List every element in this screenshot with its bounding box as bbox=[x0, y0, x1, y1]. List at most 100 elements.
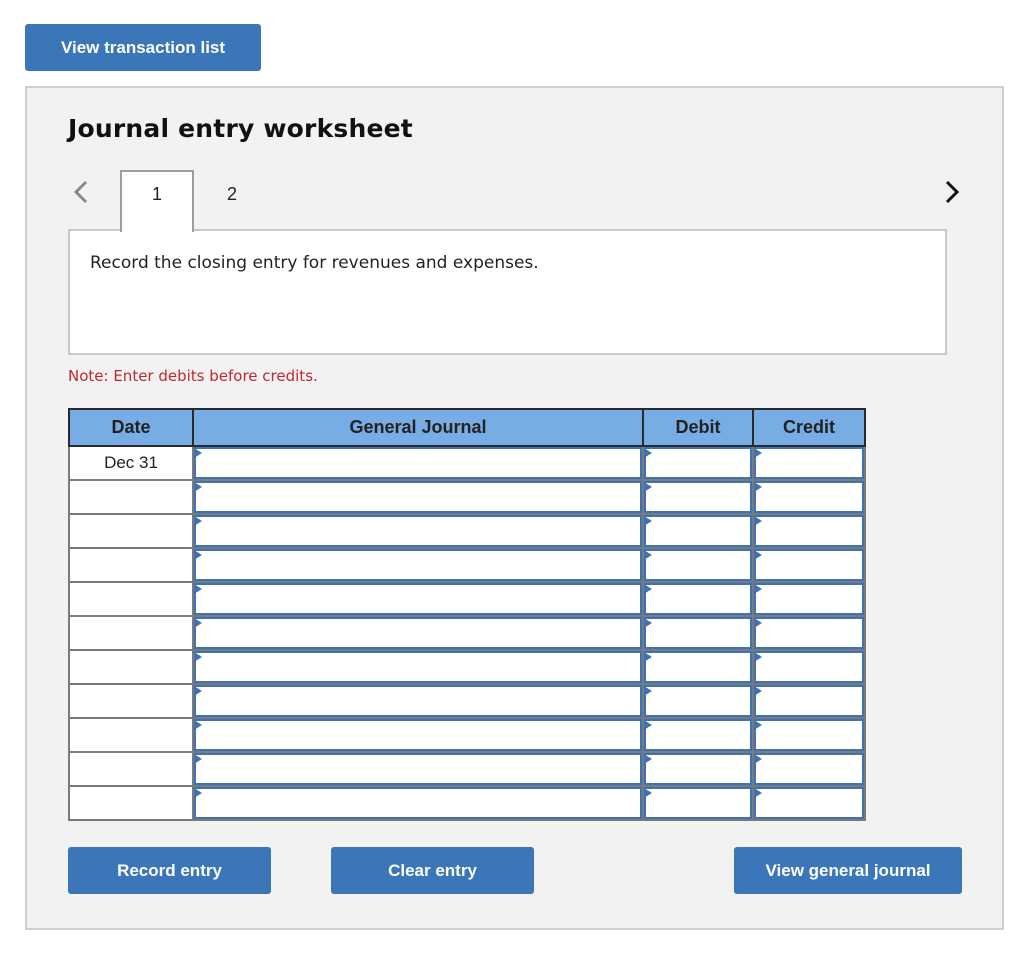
input-marker-icon bbox=[194, 448, 202, 458]
account-cell bbox=[192, 649, 644, 685]
input-marker-icon bbox=[754, 448, 762, 458]
debit-cell bbox=[642, 751, 754, 787]
view-general-journal-button[interactable]: View general journal bbox=[734, 847, 962, 894]
input-marker-icon bbox=[754, 618, 762, 628]
input-marker-icon bbox=[194, 516, 202, 526]
credit-input[interactable] bbox=[754, 583, 864, 615]
credit-input[interactable] bbox=[754, 549, 864, 581]
instruction-text: Record the closing entry for revenues an… bbox=[90, 253, 539, 273]
input-marker-icon bbox=[754, 516, 762, 526]
debit-cell bbox=[642, 547, 754, 583]
credit-input[interactable] bbox=[754, 515, 864, 547]
debit-input[interactable] bbox=[644, 753, 752, 785]
input-marker-icon bbox=[644, 584, 652, 594]
account-input[interactable] bbox=[194, 583, 642, 615]
input-marker-icon bbox=[754, 584, 762, 594]
column-header-general-journal: General Journal bbox=[192, 408, 644, 447]
account-input[interactable] bbox=[194, 787, 642, 819]
date-cell[interactable] bbox=[68, 513, 194, 549]
account-input[interactable] bbox=[194, 549, 642, 581]
date-cell[interactable] bbox=[68, 547, 194, 583]
credit-input[interactable] bbox=[754, 787, 864, 819]
account-input[interactable] bbox=[194, 447, 642, 479]
input-marker-icon bbox=[194, 618, 202, 628]
input-marker-icon bbox=[194, 754, 202, 764]
debit-cell bbox=[642, 649, 754, 685]
date-cell[interactable] bbox=[68, 785, 194, 821]
table-row bbox=[68, 717, 866, 753]
credit-input[interactable] bbox=[754, 617, 864, 649]
debit-input[interactable] bbox=[644, 549, 752, 581]
input-marker-icon bbox=[194, 652, 202, 662]
input-marker-icon bbox=[754, 550, 762, 560]
debit-cell bbox=[642, 717, 754, 753]
credit-cell bbox=[752, 649, 866, 685]
credit-cell bbox=[752, 717, 866, 753]
account-input[interactable] bbox=[194, 685, 642, 717]
table-row bbox=[68, 683, 866, 719]
credit-input[interactable] bbox=[754, 481, 864, 513]
clear-entry-button[interactable]: Clear entry bbox=[331, 847, 534, 894]
date-cell[interactable]: Dec 31 bbox=[68, 445, 194, 481]
input-marker-icon bbox=[754, 788, 762, 798]
account-input[interactable] bbox=[194, 753, 642, 785]
account-input[interactable] bbox=[194, 481, 642, 513]
date-cell[interactable] bbox=[68, 479, 194, 515]
account-input[interactable] bbox=[194, 719, 642, 751]
input-marker-icon bbox=[644, 652, 652, 662]
credit-input[interactable] bbox=[754, 753, 864, 785]
debit-input[interactable] bbox=[644, 685, 752, 717]
input-marker-icon bbox=[194, 584, 202, 594]
table-row: Dec 31 bbox=[68, 445, 866, 481]
column-header-debit: Debit bbox=[642, 408, 754, 447]
table-row bbox=[68, 547, 866, 583]
input-marker-icon bbox=[754, 720, 762, 730]
credit-input[interactable] bbox=[754, 447, 864, 479]
date-cell[interactable] bbox=[68, 717, 194, 753]
tab-1[interactable]: 1 bbox=[120, 170, 194, 232]
table-row bbox=[68, 785, 866, 821]
credit-input[interactable] bbox=[754, 651, 864, 683]
record-entry-button[interactable]: Record entry bbox=[68, 847, 271, 894]
general-journal-table: Date General Journal Debit Credit Dec 31 bbox=[68, 408, 866, 821]
date-cell[interactable] bbox=[68, 615, 194, 651]
chevron-right-icon[interactable] bbox=[942, 180, 964, 204]
debit-input[interactable] bbox=[644, 651, 752, 683]
debit-input[interactable] bbox=[644, 583, 752, 615]
tab-2[interactable]: 2 bbox=[212, 182, 252, 206]
instruction-box: Record the closing entry for revenues an… bbox=[68, 229, 947, 355]
table-header-row: Date General Journal Debit Credit bbox=[68, 408, 866, 447]
view-transaction-list-button[interactable]: View transaction list bbox=[25, 24, 261, 71]
account-input[interactable] bbox=[194, 651, 642, 683]
account-cell bbox=[192, 683, 644, 719]
table-row bbox=[68, 615, 866, 651]
table-row bbox=[68, 513, 866, 549]
debit-input[interactable] bbox=[644, 719, 752, 751]
date-cell[interactable] bbox=[68, 649, 194, 685]
date-cell[interactable] bbox=[68, 683, 194, 719]
credit-input[interactable] bbox=[754, 685, 864, 717]
debit-cell bbox=[642, 445, 754, 481]
date-cell[interactable] bbox=[68, 751, 194, 787]
input-marker-icon bbox=[194, 788, 202, 798]
chevron-left-icon[interactable] bbox=[70, 180, 92, 204]
account-cell bbox=[192, 513, 644, 549]
input-marker-icon bbox=[194, 686, 202, 696]
account-cell bbox=[192, 581, 644, 617]
debit-cell bbox=[642, 615, 754, 651]
debit-input[interactable] bbox=[644, 447, 752, 479]
debit-input[interactable] bbox=[644, 481, 752, 513]
debit-input[interactable] bbox=[644, 787, 752, 819]
table-row bbox=[68, 751, 866, 787]
credit-cell bbox=[752, 547, 866, 583]
debit-cell bbox=[642, 785, 754, 821]
account-input[interactable] bbox=[194, 515, 642, 547]
account-input[interactable] bbox=[194, 617, 642, 649]
credit-input[interactable] bbox=[754, 719, 864, 751]
debit-input[interactable] bbox=[644, 617, 752, 649]
input-marker-icon bbox=[644, 686, 652, 696]
debit-input[interactable] bbox=[644, 515, 752, 547]
date-cell[interactable] bbox=[68, 581, 194, 617]
column-header-credit: Credit bbox=[752, 408, 866, 447]
credit-cell bbox=[752, 479, 866, 515]
